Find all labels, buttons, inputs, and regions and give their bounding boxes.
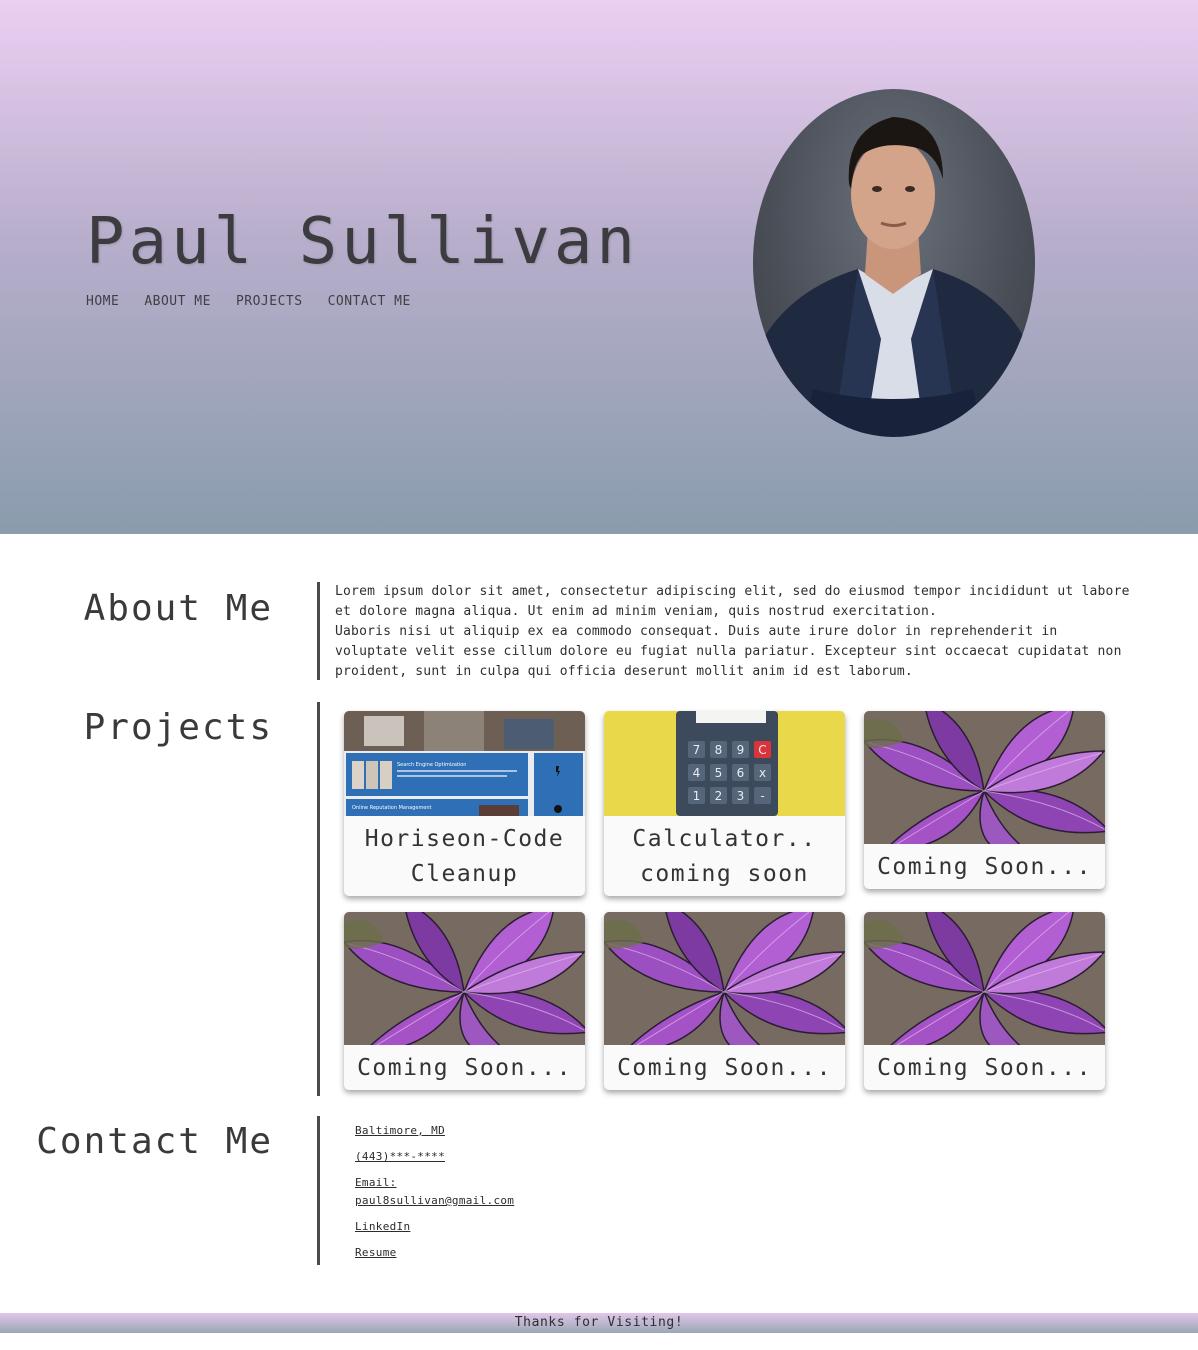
project-title: Coming Soon... <box>357 1055 572 1081</box>
about-paragraph-1: Lorem ipsum dolor sit amet, consectetur … <box>335 584 1130 619</box>
nav-link-contact-me[interactable]: CONTACT ME <box>328 294 411 309</box>
calculator-key-label: 2 <box>715 789 723 803</box>
calculator-key-label: 3 <box>737 789 745 803</box>
contact-linkedin-link[interactable]: LinkedIn <box>355 1218 575 1236</box>
project-card-coming-soon-1[interactable]: Coming Soon... <box>864 711 1105 889</box>
contact-email-link[interactable]: Email: paul8sullivan@gmail.com <box>355 1174 575 1210</box>
email-label: Email: <box>355 1176 397 1189</box>
footer: Thanks for Visiting! <box>0 1313 1198 1333</box>
project-thumbnail-plant <box>344 912 585 1049</box>
calculator-key-label: 9 <box>737 743 745 757</box>
about-divider <box>317 582 320 680</box>
purple-plant-image <box>344 912 585 1049</box>
project-title: Calculator.. coming soon <box>632 826 817 887</box>
contact-list: Baltimore, MD (443)***-**** Email: paul8s… <box>355 1122 575 1270</box>
contact-divider <box>317 1116 320 1265</box>
purple-plant-image <box>864 912 1105 1049</box>
contact-location-link[interactable]: Baltimore, MD <box>355 1122 575 1140</box>
contact-heading: Contact Me <box>36 1121 273 1162</box>
nav-link-home[interactable]: HOME <box>86 294 119 309</box>
calculator-key-label: - <box>760 789 764 803</box>
site-owner-name: Paul Sullivan <box>86 205 639 279</box>
project-thumbnail-horiseon: Search Engine Optimization Online Reputa… <box>344 711 585 820</box>
calculator-key-label: x <box>759 766 766 780</box>
screenshot-text-seo: Search Engine Optimization <box>397 762 466 768</box>
calculator-key-label: 4 <box>693 766 701 780</box>
project-card-coming-soon-2[interactable]: Coming Soon... <box>344 912 585 1090</box>
calculator-key-label: 1 <box>693 789 701 803</box>
project-title: Coming Soon... <box>877 854 1092 880</box>
profile-photo <box>753 89 1035 437</box>
main-nav: HOME ABOUT ME PROJECTS CONTACT ME <box>86 294 436 309</box>
about-text: Lorem ipsum dolor sit amet, consectetur … <box>335 582 1135 682</box>
calculator-key-label: 7 <box>693 743 701 757</box>
project-card-coming-soon-3[interactable]: Coming Soon... <box>604 912 845 1090</box>
hero-header: Paul Sullivan HOME ABOUT ME PROJECTS CON… <box>0 0 1198 534</box>
email-address: paul8sullivan@gmail.com <box>355 1194 515 1207</box>
screenshot-text-orm: Online Reputation Management <box>352 805 432 811</box>
project-title: Coming Soon... <box>877 1055 1092 1081</box>
project-title: Coming Soon... <box>617 1055 832 1081</box>
project-thumbnail-plant <box>604 912 845 1049</box>
projects-heading: Projects <box>83 707 273 748</box>
purple-plant-image <box>604 912 845 1049</box>
contact-phone-link[interactable]: (443)***-**** <box>355 1148 575 1166</box>
purple-plant-image <box>864 711 1105 848</box>
calculator-key-label: 6 <box>737 766 745 780</box>
about-paragraph-2: Uaboris nisi ut aliquip ex ea commodo co… <box>335 624 1122 679</box>
footer-text: Thanks for Visiting! <box>514 1315 684 1330</box>
project-title: Horiseon-Code Cleanup <box>364 826 565 887</box>
project-thumbnail-plant <box>864 912 1105 1049</box>
nav-link-projects[interactable]: PROJECTS <box>236 294 303 309</box>
project-card-horiseon[interactable]: Search Engine Optimization Online Reputa… <box>344 711 585 896</box>
calculator-key-label: 8 <box>715 743 723 757</box>
project-card-calculator[interactable]: 789C 456x 123 - Calculator.. coming soon <box>604 711 845 896</box>
calculator-key-label: C <box>758 743 766 757</box>
nav-link-about-me[interactable]: ABOUT ME <box>144 294 211 309</box>
calculator-key-label: 5 <box>715 766 723 780</box>
projects-divider <box>317 702 320 1096</box>
project-thumbnail-plant <box>864 711 1105 848</box>
about-heading: About Me <box>83 588 273 629</box>
project-card-coming-soon-4[interactable]: Coming Soon... <box>864 912 1105 1090</box>
contact-resume-link[interactable]: Resume <box>355 1244 575 1262</box>
project-thumbnail-calculator: 789C 456x 123 - <box>604 711 845 820</box>
